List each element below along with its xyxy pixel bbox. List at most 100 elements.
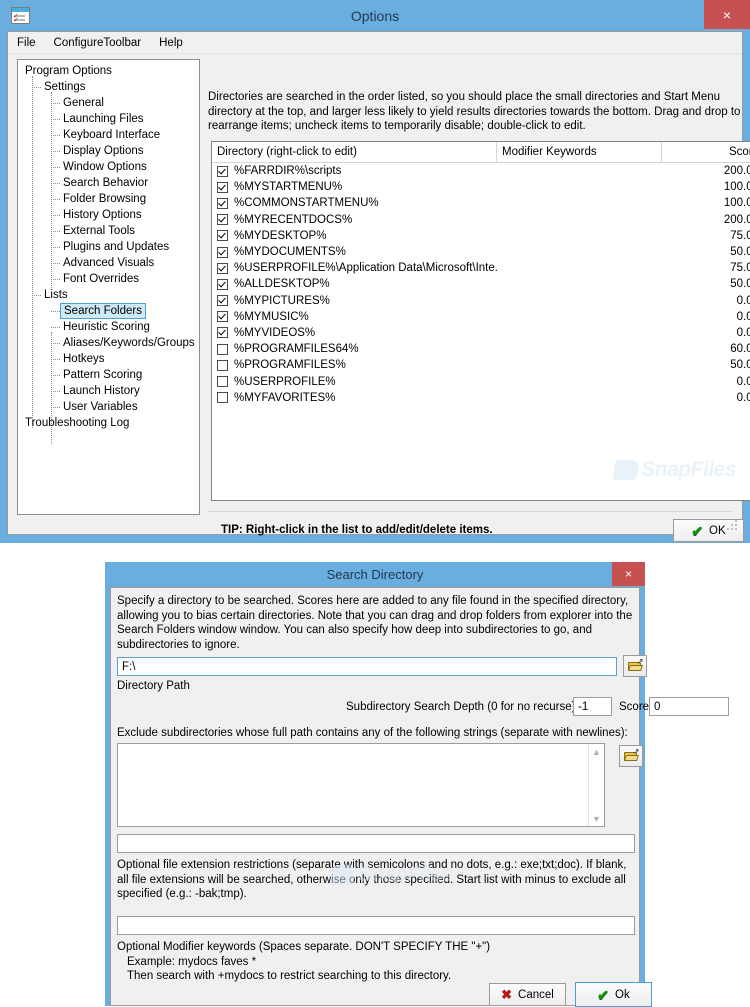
table-row[interactable]: %MYDESKTOP% 75.00: [212, 228, 750, 244]
table-row[interactable]: %MYRECENTDOCS% 200.00: [212, 212, 750, 228]
snapfiles-logo-icon: [612, 460, 641, 480]
tree-item-label: Window Options: [63, 161, 147, 173]
table-row[interactable]: %MYVIDEOS% 0.00: [212, 325, 750, 341]
tree-item-plugins-and-updates[interactable]: Plugins and Updates: [18, 239, 199, 255]
column-header-directory[interactable]: Directory (right-click to edit): [212, 142, 497, 162]
tree-item-window-options[interactable]: Window Options: [18, 159, 199, 175]
ok-button-label: OK: [709, 524, 726, 537]
table-row[interactable]: %MYMUSIC% 0.00: [212, 309, 750, 325]
tree-item-aliases-keywords-groups[interactable]: Aliases/Keywords/Groups: [18, 335, 199, 351]
score-input[interactable]: 0: [649, 697, 729, 716]
cell-directory: %MYFAVORITES%: [234, 391, 336, 404]
footer-divider: [208, 511, 733, 512]
tree-item-keyboard-interface[interactable]: Keyboard Interface: [18, 127, 199, 143]
search-directory-client-area: Specify a directory to be searched. Scor…: [110, 587, 729, 1007]
modifier-keywords-input[interactable]: [117, 916, 635, 935]
file-extensions-input[interactable]: [117, 834, 635, 853]
menu-item-configuretoolbar[interactable]: ConfigureToolbar: [45, 35, 151, 51]
column-header-score[interactable]: Score: [662, 142, 750, 162]
checkbox-checked-icon[interactable]: [217, 246, 228, 258]
table-row[interactable]: %COMMONSTARTMENU% 100.00: [212, 195, 750, 211]
checkbox-checked-icon[interactable]: [217, 197, 228, 209]
modifier-keywords-description: Optional Modifier keywords (Spaces separ…: [117, 940, 517, 984]
tree-item-troubleshooting-log[interactable]: Troubleshooting Log: [18, 415, 199, 431]
options-titlebar[interactable]: ✓ ✓ Options ×: [0, 0, 750, 31]
menu-item-file[interactable]: File: [8, 35, 45, 51]
subdirectory-depth-input[interactable]: -1: [573, 697, 612, 716]
checkbox-unchecked-icon[interactable]: [217, 392, 228, 404]
cell-score: 0.00: [736, 310, 750, 323]
search-folders-list[interactable]: Directory (right-click to edit) Modifier…: [211, 141, 750, 501]
menu-item-help[interactable]: Help: [150, 35, 192, 51]
tree-item-advanced-visuals[interactable]: Advanced Visuals: [18, 255, 199, 271]
exclude-subdirectories-label: Exclude subdirectories whose full path c…: [117, 727, 628, 739]
close-icon[interactable]: ×: [612, 562, 645, 586]
ok-button[interactable]: ✔ Ok: [575, 982, 652, 1007]
tree-item-search-folders[interactable]: Search Folders: [18, 303, 199, 319]
table-row[interactable]: %MYDOCUMENTS% 50.00: [212, 244, 750, 260]
tree-item-general[interactable]: General: [18, 95, 199, 111]
tree-item-folder-browsing[interactable]: Folder Browsing: [18, 191, 199, 207]
checkbox-unchecked-icon[interactable]: [217, 343, 228, 355]
table-row[interactable]: %ALLDESKTOP% 50.00: [212, 276, 750, 292]
search-directory-titlebar[interactable]: Search Directory ×: [105, 562, 645, 587]
cell-score: 100.00: [723, 181, 750, 194]
cell-directory: %MYPICTURES%: [234, 294, 330, 307]
table-row[interactable]: %USERPROFILE% 0.00: [212, 373, 750, 389]
cell-directory: %PROGRAMFILES64%: [234, 343, 359, 356]
resize-grip[interactable]: [727, 520, 738, 531]
cell-score: 50.00: [730, 246, 750, 259]
options-tree-panel[interactable]: Program Options Settings General Launching …: [17, 59, 200, 515]
search-directory-dialog: Search Directory × Specify a directory t…: [105, 562, 729, 1007]
tree-item-label: Launch History: [63, 385, 140, 397]
tree-item-lists[interactable]: Lists: [18, 287, 199, 303]
tree-item-settings[interactable]: Settings: [18, 79, 199, 95]
table-row[interactable]: %MYSTARTMENU% 100.00: [212, 179, 750, 195]
tree-item-heuristic-scoring[interactable]: Heuristic Scoring: [18, 319, 199, 335]
directory-path-input[interactable]: F:\: [117, 657, 617, 676]
options-tree: Program Options Settings General Launching …: [18, 60, 199, 444]
column-header-modifier-keywords[interactable]: Modifier Keywords: [497, 142, 662, 162]
checkbox-unchecked-icon[interactable]: [217, 376, 228, 388]
tree-item-launching-files[interactable]: Launching Files: [18, 111, 199, 127]
exclude-scrollbar[interactable]: ▲ ▼: [588, 744, 604, 826]
checkbox-unchecked-icon[interactable]: [217, 359, 228, 371]
table-row[interactable]: %MYFAVORITES% 0.00: [212, 390, 750, 406]
checkbox-checked-icon[interactable]: [217, 214, 228, 226]
tree-item-launch-history[interactable]: Launch History: [18, 383, 199, 399]
table-row[interactable]: %FARRDIR%\scripts 200.00: [212, 163, 750, 179]
tree-item-pattern-scoring[interactable]: Pattern Scoring: [18, 367, 199, 383]
chevron-up-icon[interactable]: ▲: [589, 744, 604, 759]
browse-exclude-folder-button[interactable]: ↗: [619, 745, 643, 767]
tree-item-hotkeys[interactable]: Hotkeys: [18, 351, 199, 367]
exclude-subdirectories-textarea[interactable]: ▲ ▼: [117, 743, 605, 827]
table-row[interactable]: %PROGRAMFILES% 50.00: [212, 357, 750, 373]
cancel-button[interactable]: ✖ Cancel: [489, 983, 566, 1006]
tree-item-display-options[interactable]: Display Options: [18, 143, 199, 159]
tree-item-label: External Tools: [63, 225, 136, 237]
checkbox-checked-icon[interactable]: [217, 327, 228, 339]
checkbox-checked-icon[interactable]: [217, 181, 228, 193]
checkbox-checked-icon[interactable]: [217, 311, 228, 323]
table-row[interactable]: %PROGRAMFILES64% 60.00: [212, 341, 750, 357]
checkbox-checked-icon[interactable]: [217, 295, 228, 307]
tree-item-label: History Options: [63, 209, 142, 221]
tree-item-font-overrides[interactable]: Font Overrides: [18, 271, 199, 287]
checkbox-checked-icon[interactable]: [217, 165, 228, 177]
tree-item-search-behavior[interactable]: Search Behavior: [18, 175, 199, 191]
tree-item-history-options[interactable]: History Options: [18, 207, 199, 223]
browse-folder-button[interactable]: ↗: [623, 655, 647, 677]
tree-item-user-variables[interactable]: User Variables: [18, 399, 199, 415]
tree-item-label: User Variables: [63, 401, 138, 413]
checkbox-checked-icon[interactable]: [217, 262, 228, 274]
options-client-area: File ConfigureToolbar Help Program Optio…: [7, 31, 750, 542]
tree-item-program-options[interactable]: Program Options: [18, 63, 199, 79]
checkbox-checked-icon[interactable]: [217, 230, 228, 242]
chevron-down-icon[interactable]: ▼: [589, 811, 604, 826]
table-row[interactable]: %USERPROFILE%\Application Data\Microsoft…: [212, 260, 750, 276]
table-row[interactable]: %MYPICTURES% 0.00: [212, 293, 750, 309]
tree-item-external-tools[interactable]: External Tools: [18, 223, 199, 239]
menu-bar: File ConfigureToolbar Help: [8, 32, 742, 54]
checkbox-checked-icon[interactable]: [217, 278, 228, 290]
close-icon[interactable]: ×: [704, 0, 750, 29]
